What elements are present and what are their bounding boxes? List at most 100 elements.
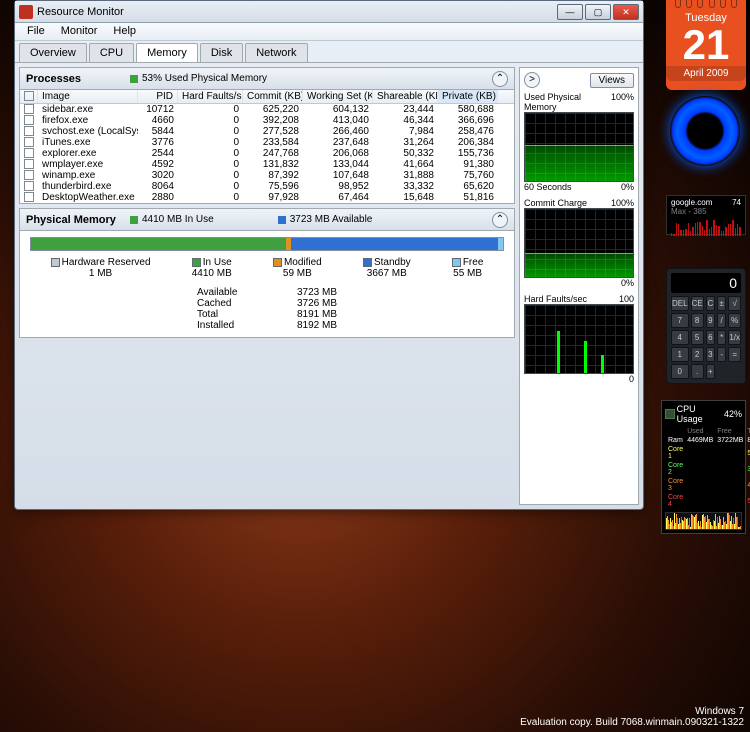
calc-key-+[interactable]: + xyxy=(706,364,715,379)
perf-graph: Used Physical Memory100%60 Seconds0% xyxy=(524,92,634,192)
views-button[interactable]: Views xyxy=(590,73,635,88)
app-icon xyxy=(19,5,33,19)
titlebar[interactable]: Resource Monitor — ▢ ✕ xyxy=(15,1,643,23)
resource-monitor-window: Resource Monitor — ▢ ✕ File Monitor Help… xyxy=(14,0,644,510)
physical-memory-panel: Physical Memory 4410 MB In Use 3723 MB A… xyxy=(19,208,515,338)
collapse-graphs-button[interactable]: > xyxy=(524,72,540,88)
col-commit[interactable]: Commit (KB) xyxy=(243,90,303,103)
calc-key-/[interactable]: / xyxy=(717,313,726,328)
collapse-processes-button[interactable]: ⌃ xyxy=(492,71,508,87)
perf-graph: Commit Charge100%0% xyxy=(524,198,634,288)
calc-key-8[interactable]: 8 xyxy=(691,313,704,328)
watermark-line2: Evaluation copy. Build 7068.winmain.0903… xyxy=(520,717,744,728)
calc-key-*[interactable]: * xyxy=(717,330,726,345)
calc-key-CE[interactable]: CE xyxy=(691,296,704,311)
clock-gadget[interactable] xyxy=(670,96,740,166)
row-checkbox[interactable] xyxy=(24,159,34,169)
calc-key-DEL[interactable]: DEL xyxy=(671,296,689,311)
window-title: Resource Monitor xyxy=(37,6,557,18)
inuse-swatch xyxy=(130,216,138,224)
watermark: Windows 7 Evaluation copy. Build 7068.wi… xyxy=(520,706,744,728)
calc-key-3[interactable]: 3 xyxy=(706,347,715,362)
table-row[interactable]: svchost.exe (LocalSystemNet...58440277,5… xyxy=(20,126,514,137)
calendar-month: April 2009 xyxy=(666,66,746,81)
tab-cpu[interactable]: CPU xyxy=(89,43,134,62)
calc-key-0[interactable]: 0 xyxy=(671,364,689,379)
table-row[interactable]: DesktopWeather.exe2880097,92867,46415,64… xyxy=(20,192,514,203)
calc-key-√[interactable]: √ xyxy=(728,296,741,311)
menu-monitor[interactable]: Monitor xyxy=(53,23,106,40)
cpu-title: CPU Usage xyxy=(677,404,722,424)
cpu-pct: 42% xyxy=(724,409,742,419)
tabstrip: Overview CPU Memory Disk Network xyxy=(15,41,643,63)
row-checkbox[interactable] xyxy=(24,137,34,147)
processes-stat: 53% Used Physical Memory xyxy=(142,73,267,84)
table-row[interactable]: firefox.exe46600392,208413,04046,344366,… xyxy=(20,115,514,126)
watermark-line1: Windows 7 xyxy=(520,706,744,717)
graphs-panel: > Views Used Physical Memory100%60 Secon… xyxy=(519,67,639,505)
memory-bar xyxy=(30,237,504,251)
menu-help[interactable]: Help xyxy=(105,23,144,40)
row-checkbox[interactable] xyxy=(24,104,34,114)
net-max: Max - 385 xyxy=(671,207,741,216)
cpu-graph xyxy=(665,512,742,530)
row-checkbox[interactable] xyxy=(24,181,34,191)
calc-key-1[interactable]: 1 xyxy=(671,347,689,362)
row-checkbox[interactable] xyxy=(24,192,34,202)
physmem-avail: 3723 MB Available xyxy=(290,214,373,225)
col-workingset[interactable]: Working Set (KB) xyxy=(303,90,373,103)
minimize-button[interactable]: — xyxy=(557,4,583,20)
calc-key-7[interactable]: 7 xyxy=(671,313,689,328)
calc-key-=[interactable]: = xyxy=(728,347,741,362)
table-row[interactable]: sidebar.exe107120625,220604,13223,444580… xyxy=(20,104,514,115)
calendar-gadget[interactable]: Tuesday 21 April 2009 xyxy=(666,0,746,90)
col-pid[interactable]: PID xyxy=(138,90,178,103)
network-meter-gadget[interactable]: google.com 74 Max - 385 xyxy=(666,195,746,235)
calc-display: 0 xyxy=(671,273,741,293)
calc-key-1/x[interactable]: 1/x xyxy=(728,330,741,345)
tab-network[interactable]: Network xyxy=(245,43,307,62)
col-private[interactable]: Private (KB) xyxy=(438,90,498,103)
select-all-checkbox[interactable] xyxy=(24,91,34,101)
table-row[interactable]: wmplayer.exe45920131,832133,04441,66491,… xyxy=(20,159,514,170)
collapse-physmem-button[interactable]: ⌃ xyxy=(492,212,508,228)
grid-header[interactable]: Image PID Hard Faults/sec Commit (KB) Wo… xyxy=(20,90,514,104)
calendar-date: 21 xyxy=(666,24,746,66)
menu-file[interactable]: File xyxy=(19,23,53,40)
calc-key-6[interactable]: 6 xyxy=(706,330,715,345)
processes-grid: Image PID Hard Faults/sec Commit (KB) Wo… xyxy=(20,90,514,203)
calc-key-C[interactable]: C xyxy=(706,296,715,311)
row-checkbox[interactable] xyxy=(24,115,34,125)
table-row[interactable]: iTunes.exe37760233,584237,64831,264206,3… xyxy=(20,137,514,148)
calc-key-4[interactable]: 4 xyxy=(671,330,689,345)
cpu-gadget[interactable]: CPU Usage42% UsedFreeTotalRam4469MB3722M… xyxy=(661,400,746,534)
calc-key-%[interactable]: % xyxy=(728,313,741,328)
chip-icon xyxy=(665,409,675,419)
row-checkbox[interactable] xyxy=(24,126,34,136)
col-shareable[interactable]: Shareable (KB) xyxy=(373,90,438,103)
calc-key-2[interactable]: 2 xyxy=(691,347,704,362)
maximize-button[interactable]: ▢ xyxy=(585,4,611,20)
net-val: 74 xyxy=(732,198,741,207)
row-checkbox[interactable] xyxy=(24,170,34,180)
col-hardfaults[interactable]: Hard Faults/sec xyxy=(178,90,243,103)
col-image[interactable]: Image xyxy=(38,90,138,103)
table-row[interactable]: winamp.exe3020087,392107,64831,88875,760 xyxy=(20,170,514,181)
calculator-gadget[interactable]: 0 DELCEC±√ 789/% 456*1/x 123-= 0.+ xyxy=(666,268,746,384)
net-host: google.com xyxy=(671,198,712,207)
tab-memory[interactable]: Memory xyxy=(136,43,198,62)
processes-title: Processes xyxy=(26,73,126,85)
table-row[interactable]: thunderbird.exe8064075,59698,95233,33265… xyxy=(20,181,514,192)
calc-key--[interactable]: - xyxy=(717,347,726,362)
calc-key-5[interactable]: 5 xyxy=(691,330,704,345)
avail-swatch xyxy=(278,216,286,224)
calc-key-.[interactable]: . xyxy=(691,364,704,379)
tab-disk[interactable]: Disk xyxy=(200,43,243,62)
row-checkbox[interactable] xyxy=(24,148,34,158)
tab-overview[interactable]: Overview xyxy=(19,43,87,62)
physmem-inuse: 4410 MB In Use xyxy=(142,214,214,225)
calc-key-9[interactable]: 9 xyxy=(706,313,715,328)
close-button[interactable]: ✕ xyxy=(613,4,639,20)
calc-key-±[interactable]: ± xyxy=(717,296,726,311)
table-row[interactable]: explorer.exe25440247,768206,06850,332155… xyxy=(20,148,514,159)
